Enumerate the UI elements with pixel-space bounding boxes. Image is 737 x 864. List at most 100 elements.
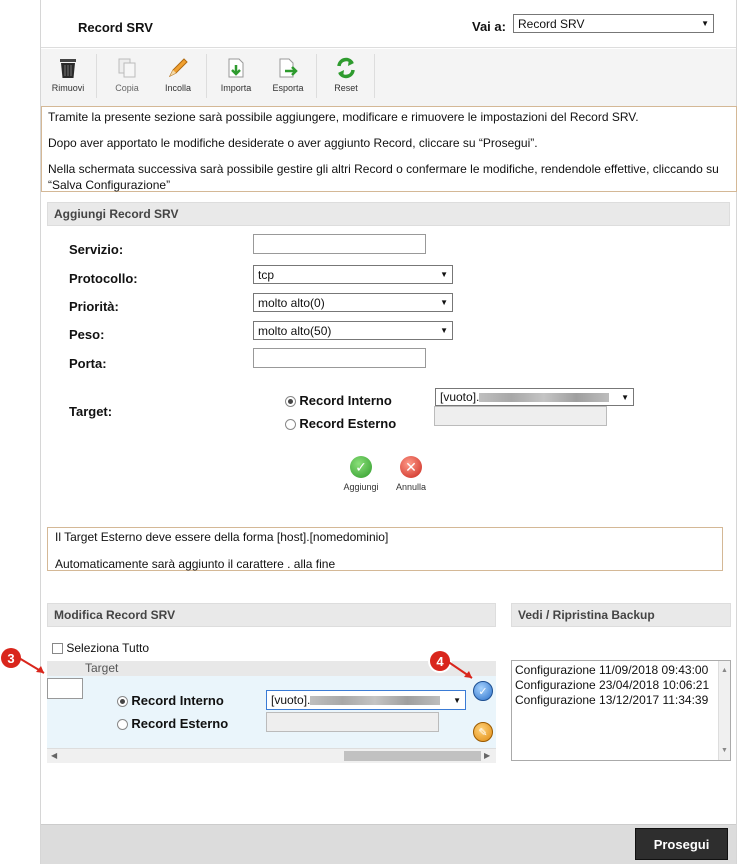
remove-label: Rimuovi bbox=[51, 83, 85, 93]
chevron-down-icon: ▼ bbox=[621, 392, 629, 402]
scroll-down-icon[interactable]: ▼ bbox=[719, 743, 730, 758]
cancel-label: Annulla bbox=[395, 482, 427, 492]
radio-external[interactable] bbox=[285, 419, 296, 431]
radio-external-label: Record Esterno bbox=[299, 416, 397, 431]
weight-select[interactable]: molto alto(50) ▼ bbox=[253, 321, 453, 340]
redacted-domain bbox=[310, 696, 441, 706]
priority-select[interactable]: molto alto(0) ▼ bbox=[253, 293, 453, 312]
pencil-icon: ✎ bbox=[478, 726, 488, 739]
arrow-icon bbox=[446, 660, 473, 679]
chevron-down-icon: ▼ bbox=[701, 19, 709, 28]
close-icon: ✕ bbox=[400, 456, 422, 478]
reset-button[interactable]: Reset bbox=[326, 56, 366, 93]
chevron-down-icon: ▼ bbox=[453, 695, 461, 705]
row-target-select-value: [vuoto]. bbox=[271, 693, 311, 707]
chevron-down-icon: ▼ bbox=[440, 326, 448, 335]
target-select-value: [vuoto]. bbox=[440, 390, 480, 404]
modify-section-header: Modifica Record SRV bbox=[47, 603, 496, 627]
row-radio-external-option[interactable]: Record Esterno bbox=[117, 716, 228, 731]
weight-label: Peso: bbox=[69, 327, 105, 342]
cancel-button[interactable]: ✕ Annulla bbox=[391, 456, 431, 492]
info-line: Tramite la presente sezione sarà possibi… bbox=[48, 110, 639, 124]
toolbar-divider bbox=[206, 54, 207, 98]
import-icon bbox=[224, 56, 248, 80]
paste-label: Incolla bbox=[164, 83, 191, 93]
trash-icon bbox=[56, 56, 80, 80]
reset-label: Reset bbox=[334, 83, 358, 93]
toolbar-divider bbox=[316, 54, 317, 98]
chevron-down-icon: ▼ bbox=[440, 270, 448, 279]
export-label: Esporta bbox=[272, 83, 304, 93]
row-radio-external[interactable] bbox=[117, 719, 128, 731]
toolbar-divider bbox=[374, 54, 375, 98]
note-box: Il Target Esterno deve essere della form… bbox=[47, 527, 723, 571]
weight-select-value: molto alto(50) bbox=[258, 323, 332, 338]
pencil-icon bbox=[166, 56, 190, 80]
note-line: Il Target Esterno deve essere della form… bbox=[55, 530, 389, 544]
protocol-label: Protocollo: bbox=[69, 271, 138, 286]
protocol-select[interactable]: tcp ▼ bbox=[253, 265, 453, 284]
select-all-label: Seleziona Tutto bbox=[66, 641, 150, 655]
import-button[interactable]: Importa bbox=[216, 56, 256, 93]
target-external-input[interactable] bbox=[434, 406, 607, 426]
goto-label: Vai a: bbox=[472, 19, 506, 34]
check-icon: ✓ bbox=[478, 685, 488, 698]
save-row-button[interactable]: ✓ bbox=[473, 681, 493, 701]
priority-label: Priorità: bbox=[69, 299, 119, 314]
row-radio-internal-label: Record Interno bbox=[131, 693, 224, 708]
proceed-button[interactable]: Prosegui bbox=[635, 828, 728, 860]
scroll-right-icon[interactable]: ▶ bbox=[484, 751, 490, 760]
list-item[interactable]: Configurazione 23/04/2018 10:06:21 bbox=[515, 678, 727, 693]
edit-row-button[interactable]: ✎ bbox=[473, 722, 493, 742]
arrow-icon bbox=[18, 657, 45, 674]
note-line: Automaticamente sarà aggiunto il caratte… bbox=[55, 557, 336, 571]
copy-icon bbox=[115, 56, 139, 80]
row-radio-internal[interactable] bbox=[117, 696, 128, 708]
row-input[interactable] bbox=[47, 678, 83, 699]
select-all-option[interactable]: Seleziona Tutto bbox=[52, 641, 149, 655]
import-label: Importa bbox=[220, 83, 252, 93]
page-title: Record SRV bbox=[78, 20, 153, 35]
list-item[interactable]: Configurazione 11/09/2018 09:43:00 bbox=[515, 663, 727, 678]
copy-label: Copia bbox=[115, 83, 139, 93]
add-button[interactable]: ✓ Aggiungi bbox=[341, 456, 381, 492]
footer-bar bbox=[41, 824, 736, 864]
port-label: Porta: bbox=[69, 356, 107, 371]
goto-select-value: Record SRV bbox=[518, 16, 585, 31]
horizontal-scrollbar[interactable]: ◀ ▶ bbox=[47, 748, 496, 763]
vertical-scrollbar[interactable]: ▲ ▼ bbox=[718, 661, 730, 760]
toolbar-divider bbox=[96, 54, 97, 98]
protocol-select-value: tcp bbox=[258, 267, 275, 282]
paste-button[interactable]: Incolla bbox=[158, 56, 198, 93]
copy-button[interactable]: Copia bbox=[107, 56, 147, 93]
info-line: Nella schermata successiva sarà possibil… bbox=[48, 162, 719, 192]
reset-icon bbox=[334, 56, 358, 80]
scrollbar-thumb[interactable] bbox=[344, 751, 481, 761]
export-icon bbox=[276, 56, 300, 80]
row-target-external-input[interactable] bbox=[266, 712, 439, 732]
radio-internal[interactable] bbox=[285, 396, 296, 408]
list-item[interactable]: Configurazione 13/12/2017 11:34:39 bbox=[515, 693, 727, 708]
priority-select-value: molto alto(0) bbox=[258, 295, 325, 310]
target-internal-select[interactable]: [vuoto]. ▼ bbox=[435, 388, 634, 406]
row-radio-internal-option[interactable]: Record Interno bbox=[117, 693, 224, 708]
radio-external-option[interactable]: Record Esterno bbox=[285, 416, 396, 431]
goto-select[interactable]: Record SRV ▼ bbox=[513, 14, 714, 33]
row-target-select[interactable]: [vuoto]. ▼ bbox=[266, 690, 466, 710]
service-label: Servizio: bbox=[69, 242, 124, 257]
redacted-domain bbox=[479, 393, 610, 403]
select-all-checkbox[interactable] bbox=[52, 643, 63, 655]
backup-list[interactable]: Configurazione 11/09/2018 09:43:00 Confi… bbox=[511, 660, 731, 761]
service-input[interactable] bbox=[253, 234, 426, 254]
row-radio-external-label: Record Esterno bbox=[131, 716, 229, 731]
export-button[interactable]: Esporta bbox=[268, 56, 308, 93]
radio-internal-option[interactable]: Record Interno bbox=[285, 393, 392, 408]
remove-button[interactable]: Rimuovi bbox=[48, 56, 88, 93]
add-label: Aggiungi bbox=[343, 482, 379, 492]
chevron-down-icon: ▼ bbox=[440, 298, 448, 307]
scroll-up-icon[interactable]: ▲ bbox=[719, 663, 730, 678]
port-input[interactable] bbox=[253, 348, 426, 368]
target-label: Target: bbox=[69, 404, 113, 419]
info-box: Tramite la presente sezione sarà possibi… bbox=[41, 106, 737, 192]
scroll-left-icon[interactable]: ◀ bbox=[51, 751, 57, 760]
